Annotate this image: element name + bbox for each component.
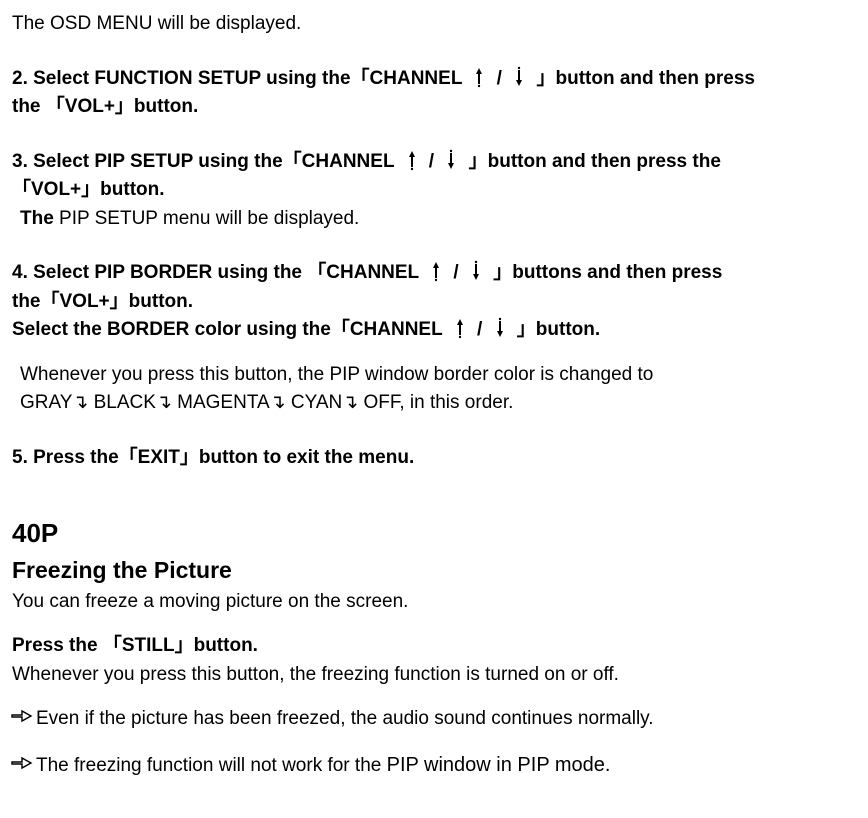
step-4-note-1: Whenever you press this button, the PIP … [12,361,856,390]
step-3-note-the: The [20,208,54,229]
pointing-hand-down-icon [489,317,511,339]
step-2-sep: / [497,68,502,89]
step-5: 5. Press the「EXIT」button to exit the men… [12,444,856,473]
freeze-note-1-text: Even if the picture has been freezed, th… [36,708,654,729]
step-2-prefix: 2. Select FUNCTION SETUP using the「CHANN… [12,68,462,89]
pointing-hand-up-icon [468,66,490,88]
step-4-line-1: 4. Select PIP BORDER using the 「CHANNEL … [12,259,856,288]
freeze-desc: Whenever you press this button, the free… [12,661,856,690]
pointing-hand-up-icon [425,260,447,282]
pointing-hand-down-icon [440,149,462,171]
freeze-intro: You can freeze a moving picture on the s… [12,588,856,617]
pointing-hand-up-icon [401,149,423,171]
step-3-note-msg: PIP SETUP menu will be displayed. [54,208,360,229]
page-number: 40P [12,514,856,553]
pointing-hand-down-icon [465,260,487,282]
step-3-note: The PIP SETUP menu will be displayed. [12,205,856,234]
step-4-sep: / [453,262,458,283]
step-2-line-2: the 「VOL+」button. [12,93,856,122]
freeze-note-1: Even if the picture has been freezed, th… [12,705,856,734]
step-3-line-1: 3. Select PIP SETUP using the「CHANNEL / … [12,148,856,177]
step-4-l2-mid: 」button. [517,319,600,340]
hand-pointing-right-icon [10,705,34,727]
step-4-l2-sep: / [477,319,482,340]
step-3-sep: / [429,151,434,172]
step-4-line-3: Select the BORDER color using the「CHANNE… [12,316,856,345]
pointing-hand-down-icon [508,66,530,88]
step-2-mid: 」button and then press [537,68,756,89]
step-4-line-2: the「VOL+」button. [12,288,856,317]
freeze-press: Press the 「STILL」button. [12,632,856,661]
hand-pointing-right-icon [10,752,34,774]
step-4-note-2: GRAY↴ BLACK↴ MAGENTA↴ CYAN↴ OFF, in this… [12,389,856,418]
document-page: The OSD MENU will be displayed. 2. Selec… [0,0,868,800]
step-4-mid: 」buttons and then press [493,262,722,283]
step-4-prefix: 4. Select PIP BORDER using the 「CHANNEL [12,262,419,283]
step-4-l2-prefix: Select the BORDER color using the「CHANNE… [12,319,442,340]
section-heading: Freezing the Picture [12,553,856,588]
freeze-note-2: The freezing function will not work for … [12,750,856,781]
freeze-note-2a: The freezing function will not work for … [36,755,387,776]
step-3-mid: 」button and then press the [469,151,721,172]
intro-line: The OSD MENU will be displayed. [12,10,856,39]
step-2-line-1: 2. Select FUNCTION SETUP using the「CHANN… [12,65,856,94]
step-3-prefix: 3. Select PIP SETUP using the「CHANNEL [12,151,394,172]
pointing-hand-up-icon [449,317,471,339]
step-3-line-2: 「VOL+」button. [12,176,856,205]
freeze-note-2b: PIP window in PIP mode. [387,754,611,776]
